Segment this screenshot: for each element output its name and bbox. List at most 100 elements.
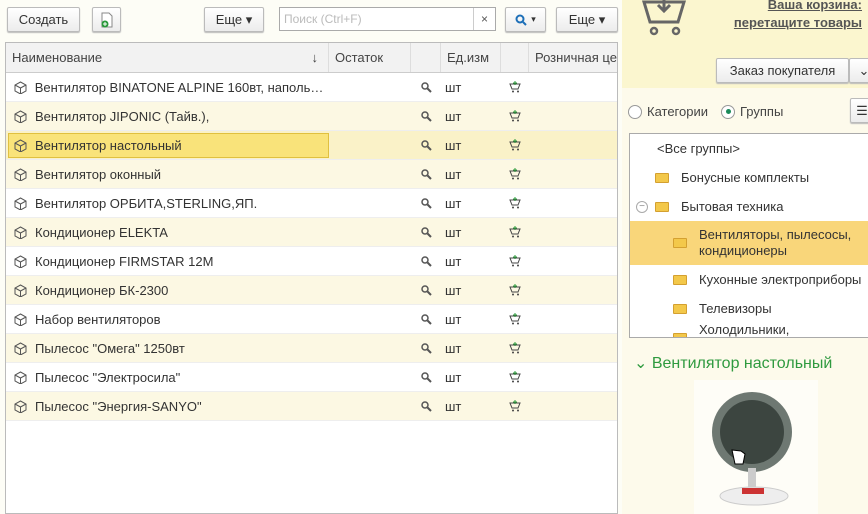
cell-stock [329,218,411,247]
column-stock[interactable]: Остаток [329,43,411,72]
search-options-button[interactable]: ▾ [505,7,546,32]
cell-retail-price [529,392,617,421]
cell-name[interactable]: Вентилятор JIPONIC (Тайв.), [6,102,329,131]
table-row[interactable]: Вентилятор JIPONIC (Тайв.), шт [6,102,617,131]
folder-icon [673,238,687,248]
product-box-icon [14,138,27,152]
cell-unit: шт [445,224,462,240]
cell-name[interactable]: Кондиционер FIRMSTAR 12М [6,247,329,276]
radio-categories[interactable]: Категории [628,104,708,119]
cell-name[interactable]: Кондиционер ELEKTA [6,218,329,247]
table-row[interactable]: Вентилятор оконный шт [6,160,617,189]
cell-name[interactable]: Вентилятор ОРБИТА,STERLING,ЯП. [6,189,329,218]
magnifier-icon [420,81,432,93]
product-name: Вентилятор ОРБИТА,STERLING,ЯП. [35,195,258,211]
cell-name[interactable]: Пылесос "Омега" 1250вт [6,334,329,363]
add-to-cart-button[interactable] [501,189,529,218]
cell-name[interactable]: Набор вентиляторов [6,305,329,334]
cart-basket-icon [641,0,687,36]
search-icon [515,14,527,26]
magnifier-icon [420,313,432,325]
add-to-cart-button[interactable] [501,276,529,305]
cell-name[interactable]: Кондиционер БК-2300 [6,276,329,305]
more-actions-button-2[interactable]: Еще ▾ [556,7,618,32]
tree-item[interactable]: − Бытовая техника [630,192,868,221]
add-to-cart-button[interactable] [501,247,529,276]
cart-add-icon [509,197,521,209]
order-dropdown-button[interactable]: ⌄ [849,58,868,83]
view-stock-button[interactable] [411,73,441,102]
add-to-cart-button[interactable] [501,160,529,189]
preview-header[interactable]: ⌄ Вентилятор настольный [634,353,832,373]
table-row[interactable]: Пылесос "Омега" 1250вт шт [6,334,617,363]
table-row[interactable]: Кондиционер БК-2300 шт [6,276,617,305]
radio-label: Группы [740,104,784,119]
view-stock-button[interactable] [411,305,441,334]
cart-link[interactable]: Ваша корзина: перетащите товары [734,0,862,32]
tree-item[interactable]: Кухонные электроприборы [630,265,868,294]
table-row[interactable]: Пылесос "Энергия-SANYO" шт [6,392,617,421]
add-to-cart-button[interactable] [501,102,529,131]
view-stock-button[interactable] [411,334,441,363]
add-to-cart-button[interactable] [501,334,529,363]
add-to-cart-button[interactable] [501,131,529,160]
tree-settings-button[interactable]: ☰ [850,98,868,123]
add-document-button[interactable] [92,7,121,32]
product-box-icon [14,341,27,355]
view-stock-button[interactable] [411,102,441,131]
table-row[interactable]: Кондиционер FIRMSTAR 12М шт [6,247,617,276]
customer-order-button[interactable]: Заказ покупателя [716,58,849,83]
clear-search-button[interactable]: × [473,8,495,30]
tree-item[interactable]: Вентиляторы, пылесосы, кондиционеры [630,221,868,265]
cart-add-icon [509,255,521,267]
tree-item[interactable]: <Все группы> [630,134,868,163]
cell-unit: шт [445,253,462,269]
chevron-down-icon: ⌄ [634,355,648,372]
cell-name[interactable]: Вентилятор оконный [6,160,329,189]
product-name: Набор вентиляторов [35,311,161,327]
tree-item[interactable]: Холодильники, морозильники [630,321,868,337]
add-to-cart-button[interactable] [501,305,529,334]
product-name: Кондиционер ELEKTA [35,224,168,240]
view-stock-button[interactable] [411,218,441,247]
cell-name[interactable]: Пылесос "Электросила" [6,363,329,392]
table-row[interactable]: Пылесос "Электросила" шт [6,363,617,392]
view-stock-button[interactable] [411,160,441,189]
table-row[interactable]: Вентилятор настольный шт [6,131,617,160]
cart-add-icon [509,81,521,93]
cell-name[interactable]: Пылесос "Энергия-SANYO" [6,392,329,421]
tree-item-label: Холодильники, морозильники [699,321,790,337]
tree-item[interactable]: Бонусные комплекты [630,163,868,192]
tree-item[interactable]: Телевизоры [630,294,868,323]
products-table: Наименование ↓ Остаток Ед.изм Розничная ц… [5,42,618,514]
table-row[interactable]: Набор вентиляторов шт [6,305,617,334]
radio-groups[interactable]: Группы [721,104,783,119]
cell-retail-price [529,102,617,131]
view-stock-button[interactable] [411,247,441,276]
column-name[interactable]: Наименование ↓ [6,43,329,72]
product-name: Вентилятор настольный [35,137,182,153]
collapse-icon[interactable]: − [636,200,648,213]
column-unit[interactable]: Ед.изм [441,43,501,72]
table-row[interactable]: Кондиционер ELEKTA шт [6,218,617,247]
cell-unit: шт [445,369,462,385]
add-to-cart-button[interactable] [501,392,529,421]
view-stock-button[interactable] [411,189,441,218]
view-stock-button[interactable] [411,276,441,305]
column-retail-price[interactable]: Розничная цена [529,43,617,72]
table-row[interactable]: Вентилятор ОРБИТА,STERLING,ЯП. шт [6,189,617,218]
add-to-cart-button[interactable] [501,218,529,247]
add-to-cart-button[interactable] [501,73,529,102]
cell-unit: шт [445,195,462,211]
more-actions-button[interactable]: Еще ▾ [204,7,264,32]
add-to-cart-button[interactable] [501,363,529,392]
cell-name[interactable]: Вентилятор настольный [6,131,329,160]
cell-stock [329,131,411,160]
table-row[interactable]: Вентилятор BINATONE ALPINE 160вт, наполь… [6,73,617,102]
view-stock-button[interactable] [411,363,441,392]
search-input[interactable]: Поиск (Ctrl+F) × [279,7,496,31]
view-stock-button[interactable] [411,392,441,421]
cell-name[interactable]: Вентилятор BINATONE ALPINE 160вт, наполь… [6,73,329,102]
view-stock-button[interactable] [411,131,441,160]
create-button[interactable]: Создать [7,7,80,32]
